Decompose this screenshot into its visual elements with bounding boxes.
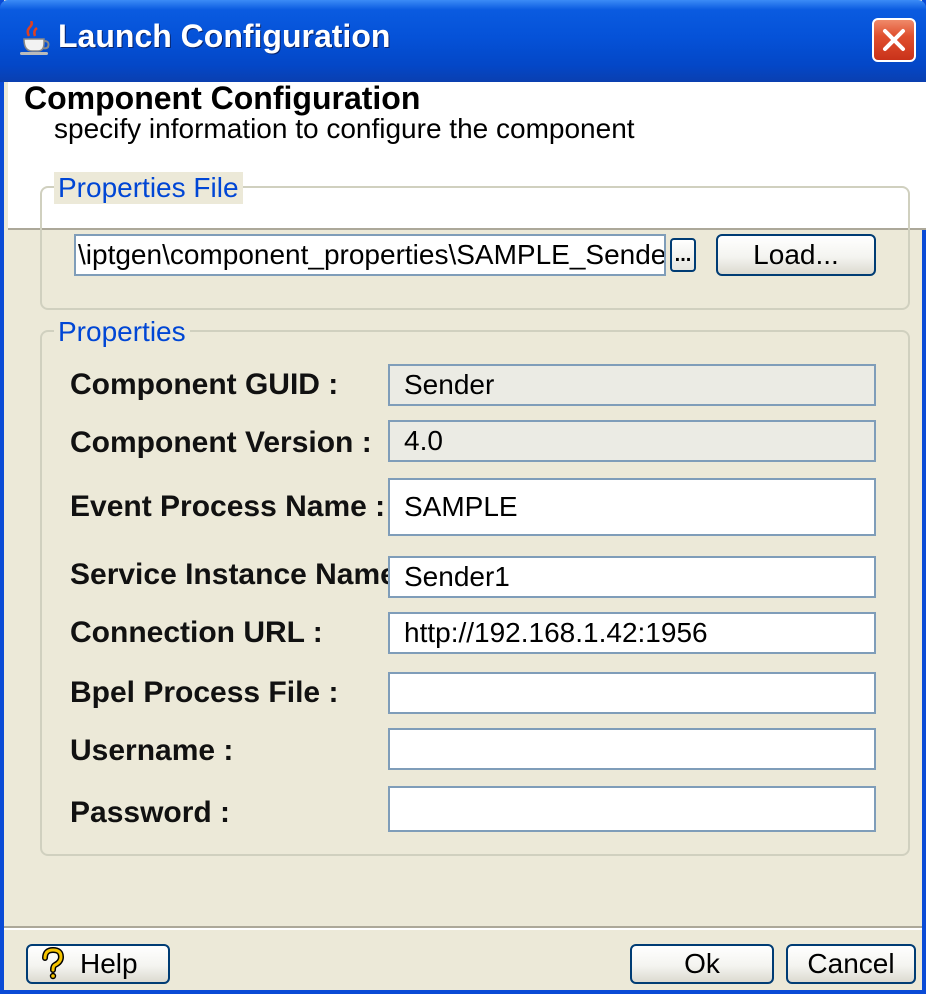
header-subtitle: specify information to configure the com… (54, 113, 635, 144)
close-button[interactable] (872, 18, 916, 62)
close-icon (883, 29, 905, 51)
properties-file-path-field[interactable]: \iptgen\component_properties\SAMPLE_Send… (74, 234, 666, 276)
username-label: Username : (70, 734, 234, 767)
cancel-button[interactable]: Cancel (786, 944, 916, 984)
event-process-name-field[interactable]: SAMPLE (388, 478, 876, 536)
load-button[interactable]: Load... (716, 234, 876, 276)
component-guid-field: Sender (388, 364, 876, 406)
ok-button[interactable]: Ok (630, 944, 774, 984)
window-title: Launch Configuration (58, 18, 391, 54)
bpel-process-file-label: Bpel Process File : (70, 676, 339, 709)
password-label: Password : (70, 796, 231, 829)
help-label: Help (80, 948, 138, 979)
launch-configuration-window: Launch Configuration Component Configura… (0, 0, 926, 994)
service-instance-name-field[interactable]: Sender1 (388, 556, 876, 598)
service-instance-name-label: Service Instance Name : (70, 558, 416, 591)
properties-file-legend: Properties File (54, 172, 243, 204)
footer-separator (4, 926, 922, 930)
component-version-label: Component Version : (70, 426, 372, 459)
browse-button[interactable]: ... (670, 238, 696, 272)
help-button[interactable]: Help (26, 944, 170, 984)
question-mark-icon (42, 947, 65, 980)
title-bar[interactable]: Launch Configuration (0, 0, 926, 82)
username-field[interactable] (388, 728, 876, 770)
password-field[interactable] (388, 786, 876, 832)
connection-url-field[interactable]: http://192.168.1.42:1956 (388, 612, 876, 654)
java-cup-icon (20, 21, 50, 55)
connection-url-label: Connection URL : (70, 616, 323, 649)
component-guid-label: Component GUID : (70, 368, 339, 401)
properties-legend: Properties (54, 316, 190, 348)
event-process-name-label: Event Process Name : (70, 490, 386, 523)
component-version-field: 4.0 (388, 420, 876, 462)
header-title: Component Configuration (24, 80, 421, 116)
bpel-process-file-field[interactable] (388, 672, 876, 714)
